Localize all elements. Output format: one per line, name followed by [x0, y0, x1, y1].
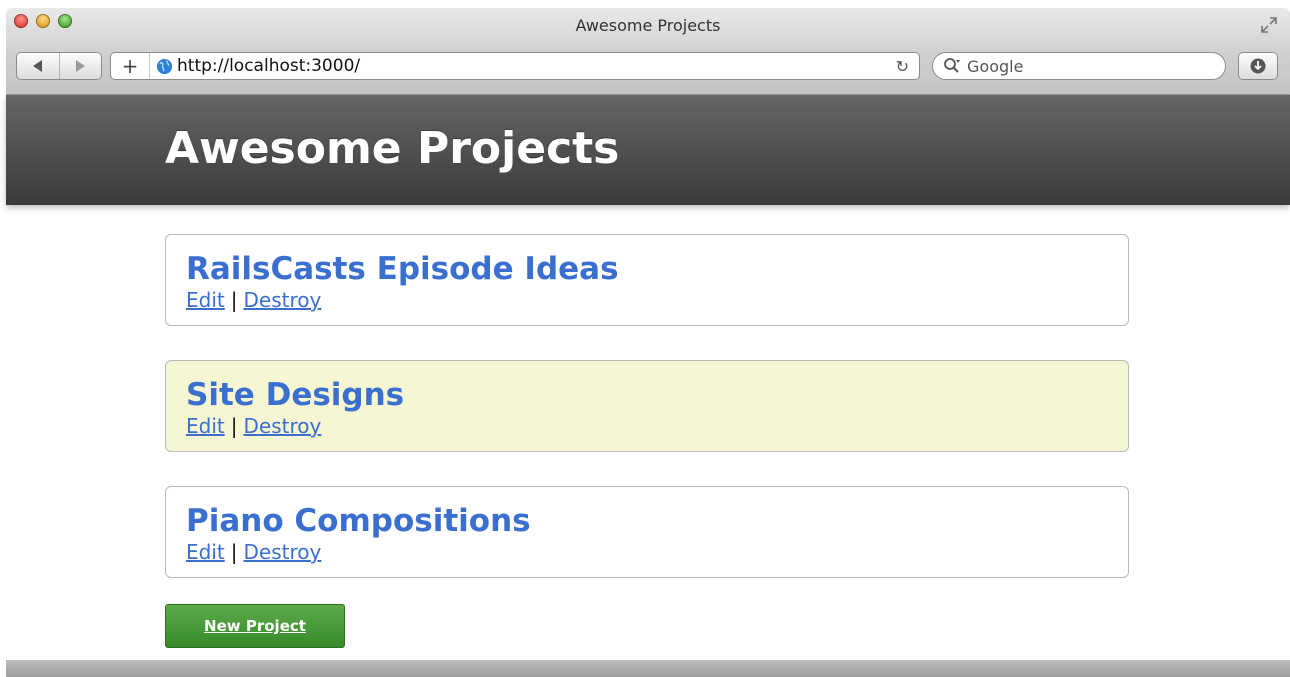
downloads-button[interactable]: [1238, 52, 1278, 80]
add-bookmark-button[interactable]: +: [111, 53, 150, 79]
forward-button[interactable]: [58, 53, 102, 79]
project-title: Site Designs: [186, 377, 405, 413]
back-button[interactable]: [17, 53, 59, 79]
search-icon: [944, 58, 960, 73]
project-actions: Edit | Destroy: [186, 414, 321, 438]
new-project-button[interactable]: New Project: [165, 604, 345, 648]
status-bar: [6, 660, 1290, 677]
back-arrow-icon: [33, 60, 43, 72]
window-title: Awesome Projects: [575, 16, 721, 35]
search-placeholder: Google: [967, 56, 1024, 76]
site-header: Awesome Projects: [6, 95, 1290, 205]
fullscreen-icon[interactable]: [1260, 16, 1278, 34]
project-title: RailsCasts Episode Ideas: [186, 251, 619, 287]
action-separator: |: [230, 288, 238, 312]
reload-icon[interactable]: ↻: [896, 57, 909, 76]
project-card: Piano Compositions Edit | Destroy: [165, 486, 1129, 578]
search-field[interactable]: Google: [932, 52, 1226, 80]
destroy-link[interactable]: Destroy: [243, 288, 321, 312]
browser-window-chrome: Awesome Projects + http://localhost:3000…: [6, 8, 1290, 95]
project-actions: Edit | Destroy: [186, 288, 321, 312]
project-actions: Edit | Destroy: [186, 540, 321, 564]
url-text[interactable]: http://localhost:3000/: [177, 56, 360, 76]
back-forward-buttons: [16, 52, 102, 80]
address-bar[interactable]: + http://localhost:3000/ ↻: [110, 52, 920, 80]
download-icon: [1250, 58, 1266, 74]
action-separator: |: [230, 414, 238, 438]
edit-link[interactable]: Edit: [186, 414, 225, 438]
globe-icon: [156, 58, 173, 74]
project-title: Piano Compositions: [186, 503, 531, 539]
action-separator: |: [230, 540, 238, 564]
project-card: RailsCasts Episode Ideas Edit | Destroy: [165, 234, 1129, 326]
destroy-link[interactable]: Destroy: [243, 540, 321, 564]
forward-arrow-icon: [75, 60, 85, 72]
edit-link[interactable]: Edit: [186, 288, 225, 312]
destroy-link[interactable]: Destroy: [243, 414, 321, 438]
page-title: Awesome Projects: [165, 123, 620, 174]
project-card-highlighted: Site Designs Edit | Destroy: [165, 360, 1129, 452]
edit-link[interactable]: Edit: [186, 540, 225, 564]
